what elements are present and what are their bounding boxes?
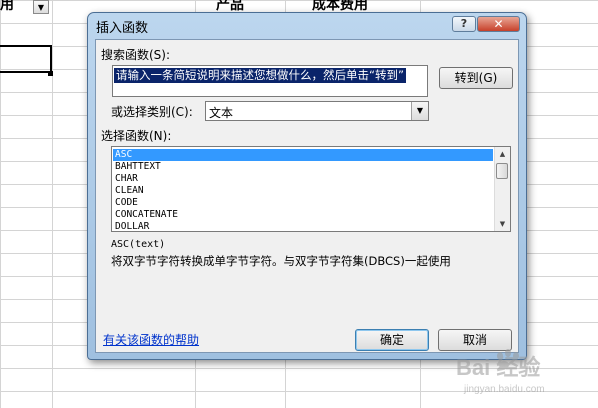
watermark-text: Bai 经验: [456, 355, 541, 380]
list-item[interactable]: CLEAN: [113, 185, 493, 197]
scroll-up-icon[interactable]: ▲: [495, 147, 510, 161]
filter-dropdown-button[interactable]: ▼: [33, 0, 49, 14]
list-item[interactable]: CONCATENATE: [113, 209, 493, 221]
ok-button[interactable]: 确定: [355, 329, 429, 351]
search-input-text: 请输入一条简短说明来描述您想做什么，然后单击“转到”: [114, 68, 406, 83]
insert-function-dialog: 插入函数 ? ✕ 搜索函数(S): 请输入一条简短说明来描述您想做什么，然后单击…: [87, 12, 527, 360]
select-function-label: 选择函数(N):: [101, 129, 172, 143]
active-cell[interactable]: [0, 45, 52, 73]
help-button[interactable]: ?: [452, 16, 476, 32]
list-item[interactable]: DOLLAR: [113, 221, 493, 231]
search-function-input[interactable]: 请输入一条简短说明来描述您想做什么，然后单击“转到”: [112, 65, 428, 97]
chevron-down-icon[interactable]: ▼: [411, 102, 428, 120]
category-select[interactable]: 文本 ▼: [205, 101, 429, 121]
scroll-down-icon[interactable]: ▼: [495, 217, 510, 231]
list-scrollbar[interactable]: ▲ ▼: [494, 147, 510, 231]
list-item[interactable]: CHAR: [113, 173, 493, 185]
dialog-title: 插入函数: [96, 21, 149, 36]
go-button[interactable]: 转到(G): [439, 67, 513, 89]
list-item[interactable]: ASC: [113, 149, 493, 161]
close-button[interactable]: ✕: [477, 16, 520, 32]
dialog-titlebar[interactable]: 插入函数 ? ✕: [88, 13, 526, 37]
list-item[interactable]: CODE: [113, 197, 493, 209]
function-description: 将双字节字符转换成单字节字符。与双字节字符集(DBCS)一起使用: [111, 254, 451, 268]
baidu-jingyan-watermark: Bai 经验 jingyan.baidu.com: [456, 346, 596, 402]
category-label: 或选择类别(C):: [111, 105, 193, 119]
column-header-partial: 用: [0, 0, 14, 13]
search-function-label: 搜索函数(S):: [101, 48, 171, 62]
function-syntax: ASC(text): [111, 239, 166, 250]
column-divider: [52, 0, 53, 408]
scroll-thumb[interactable]: [496, 163, 508, 179]
category-value: 文本: [209, 106, 234, 120]
list-item[interactable]: BAHTTEXT: [113, 161, 493, 173]
fill-handle[interactable]: [48, 71, 53, 76]
watermark-url: jingyan.baidu.com: [464, 384, 545, 395]
function-help-link[interactable]: 有关该函数的帮助: [103, 331, 199, 348]
function-listbox[interactable]: ASC BAHTTEXT CHAR CLEAN CODE CONCATENATE…: [111, 146, 511, 232]
dialog-body: 搜索函数(S): 请输入一条简短说明来描述您想做什么，然后单击“转到” 转到(G…: [95, 39, 519, 353]
